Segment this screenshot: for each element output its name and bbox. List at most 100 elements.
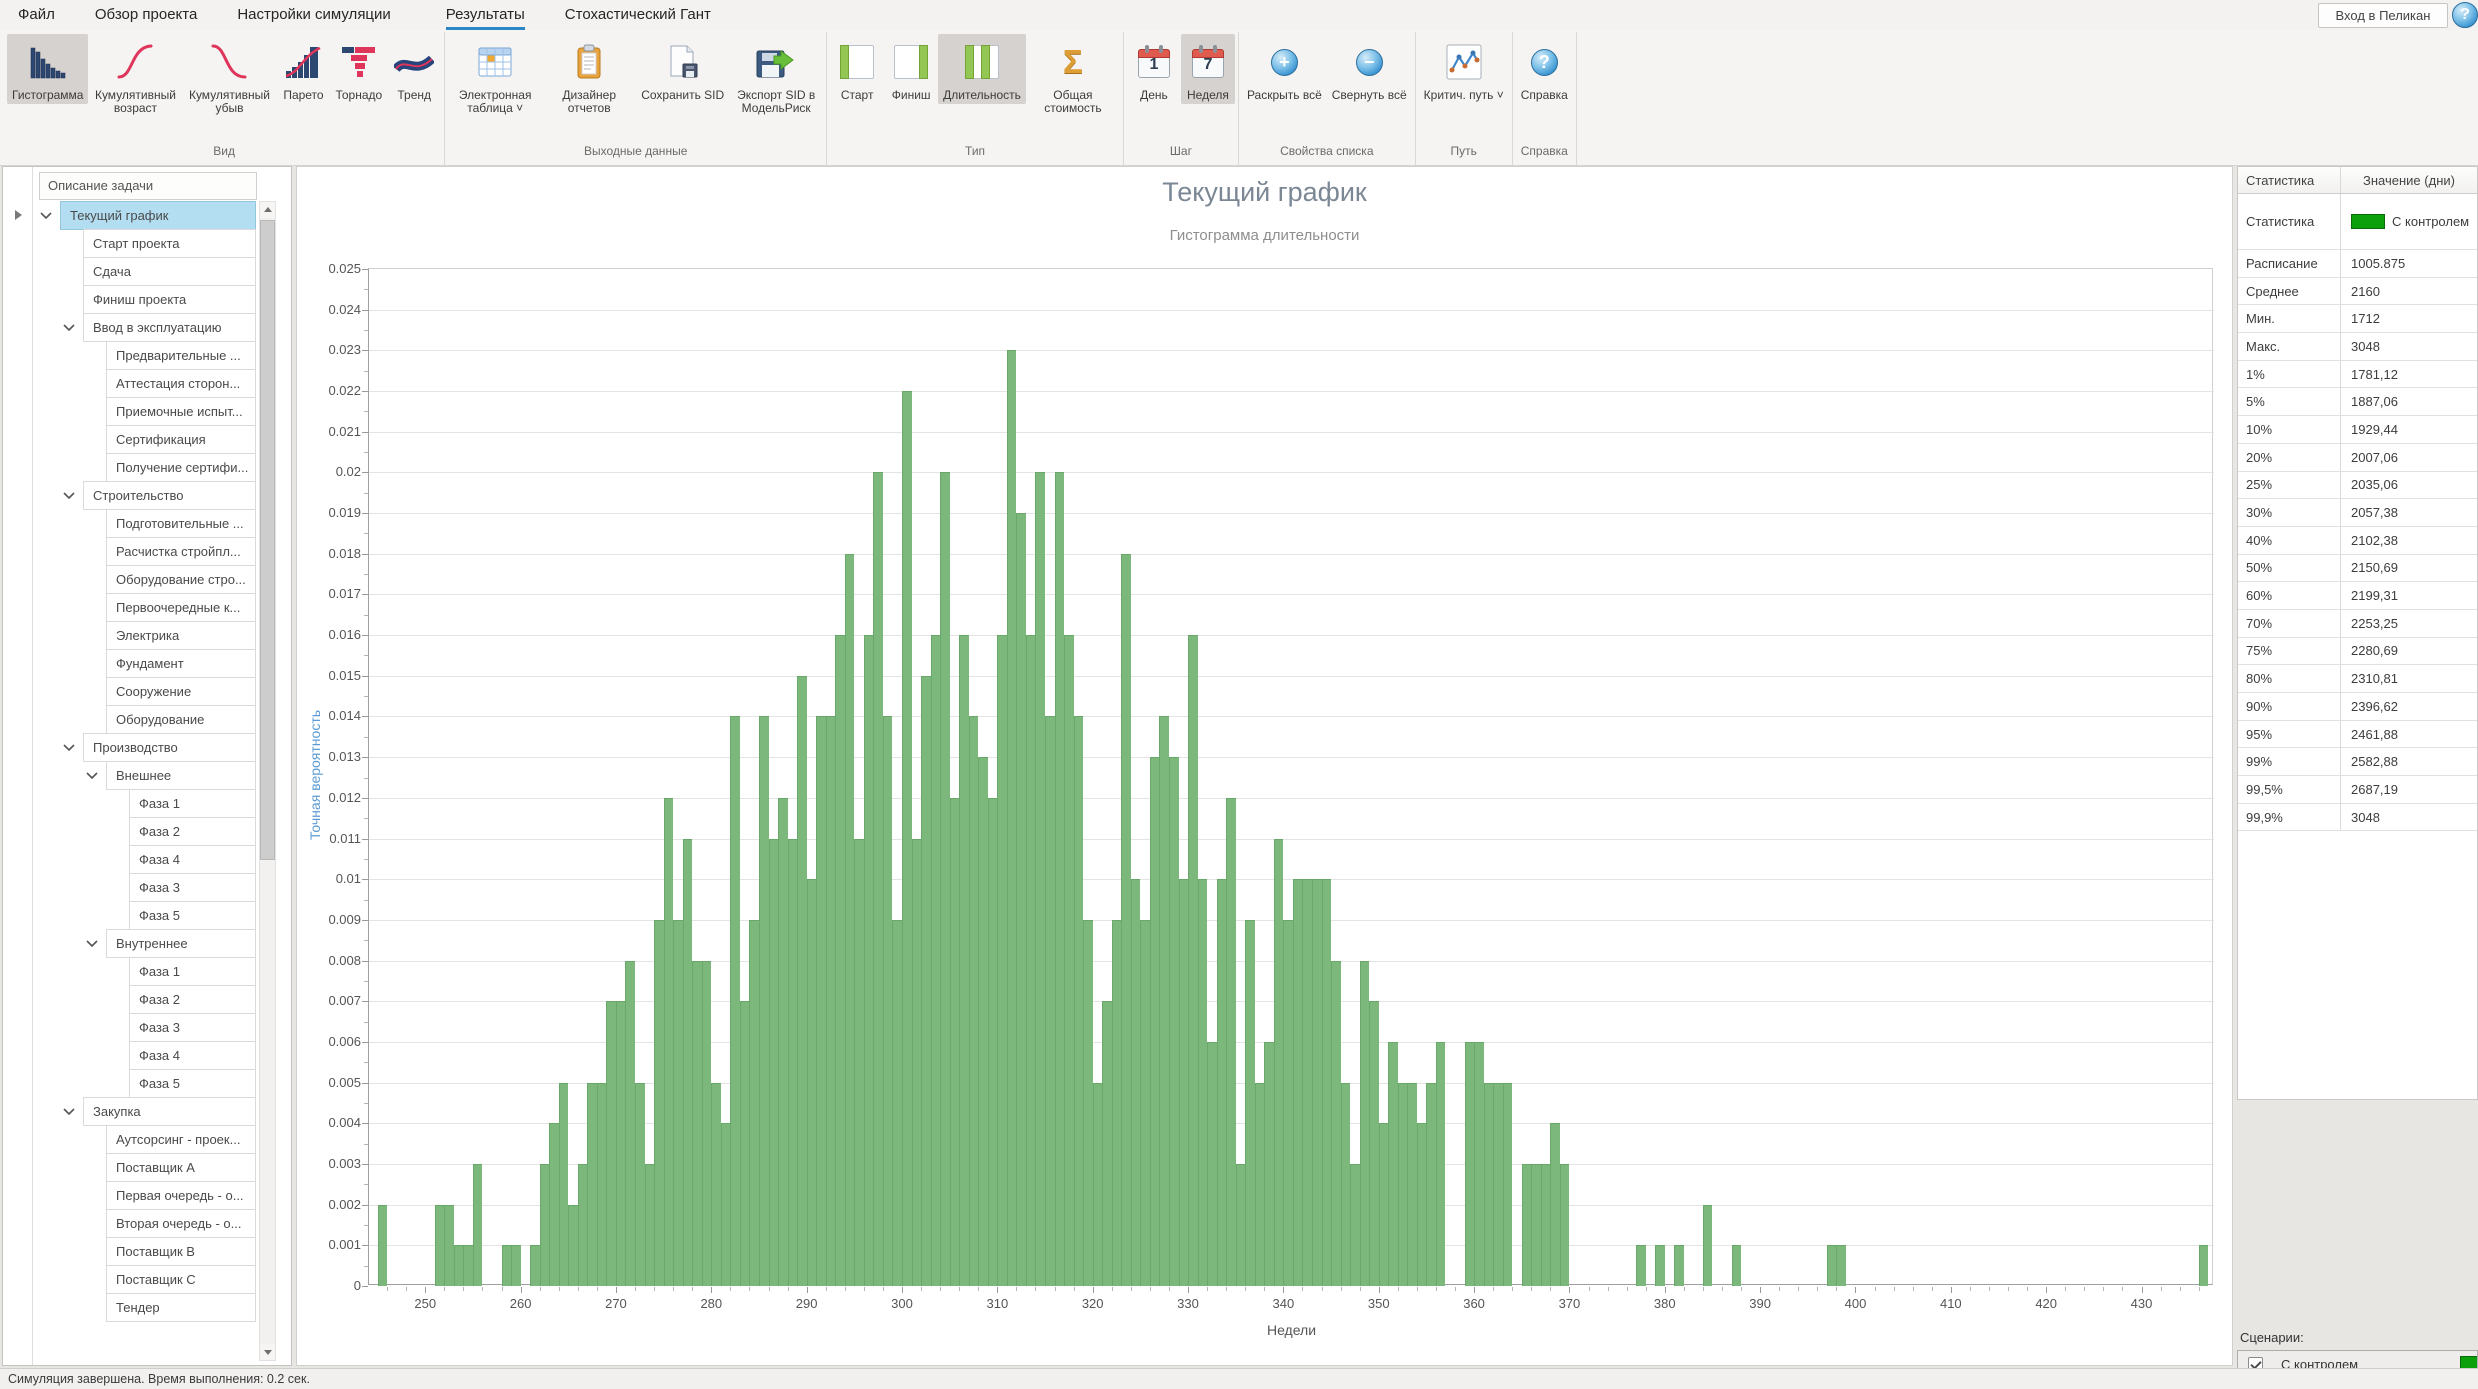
trend-button[interactable]: Тренд xyxy=(387,34,441,104)
tree-row[interactable]: Фаза 1 xyxy=(3,957,291,986)
x-tick-label: 430 xyxy=(2117,1296,2167,1311)
stats-row-value: 2150,69 xyxy=(2341,555,2477,582)
x-axis-tick xyxy=(1474,1287,1475,1293)
x-axis-minor-tick xyxy=(1989,1287,1990,1291)
tree-row[interactable]: Оборудование xyxy=(3,705,291,734)
chevron-down-icon[interactable] xyxy=(40,212,52,220)
tree-row[interactable]: Старт проекта xyxy=(3,229,291,258)
tree-row[interactable]: Внешнее xyxy=(3,761,291,790)
tree-row[interactable]: Фаза 3 xyxy=(3,1013,291,1042)
gridline xyxy=(369,472,2214,473)
spreadsheet-button[interactable]: Электронная таблица ˅ xyxy=(448,34,542,117)
histogram-bar xyxy=(625,961,635,1286)
tree-row[interactable]: Подготовительные ... xyxy=(3,509,291,538)
tree-row[interactable]: Поставщик С xyxy=(3,1265,291,1294)
stats-header-statistic[interactable]: Статистика xyxy=(2238,167,2341,193)
tree-row[interactable]: Фундамент xyxy=(3,649,291,678)
x-axis-minor-tick xyxy=(2065,1287,2066,1291)
collapse-all-button[interactable]: − Свернуть всё xyxy=(1327,34,1412,104)
tab-project-overview[interactable]: Обзор проекта xyxy=(95,0,197,30)
cumulative-descending-button[interactable]: Кумулятивный убыв xyxy=(182,34,276,117)
tree-row[interactable]: Первая очередь - о... xyxy=(3,1181,291,1210)
x-axis-minor-tick xyxy=(1264,1287,1265,1291)
report-designer-button[interactable]: Дизайнер отчетов xyxy=(542,34,636,117)
x-axis-minor-tick xyxy=(482,1287,483,1291)
scroll-down-icon[interactable] xyxy=(260,1344,275,1360)
button-label: Кумулятивный возраст xyxy=(93,89,177,115)
tree-row[interactable]: Текущий график xyxy=(3,201,291,230)
stats-row-value: 2160 xyxy=(2341,278,2477,305)
tree-row[interactable]: Предварительные ... xyxy=(3,341,291,370)
critical-path-button[interactable]: Критич. путь ˅ xyxy=(1419,34,1509,104)
tree-row[interactable]: Производство xyxy=(3,733,291,762)
help-button[interactable]: ? Справка xyxy=(1516,34,1573,104)
tree-item-label: Внутреннее xyxy=(116,936,188,951)
tree-row[interactable]: Фаза 4 xyxy=(3,1041,291,1070)
tree-row[interactable]: Аттестация сторон... xyxy=(3,369,291,398)
chevron-down-icon[interactable] xyxy=(63,1108,75,1116)
tree-row[interactable]: Сертификация xyxy=(3,425,291,454)
finish-button[interactable]: Финиш xyxy=(884,34,938,104)
week-button[interactable]: 7 Неделя xyxy=(1181,34,1235,104)
tree-row[interactable]: Строительство xyxy=(3,481,291,510)
chevron-down-icon[interactable] xyxy=(86,940,98,948)
histogram-bar xyxy=(1426,1083,1436,1286)
total-cost-button[interactable]: Σ Общая стоимость xyxy=(1026,34,1120,117)
tree-scrollbar[interactable] xyxy=(259,201,276,1361)
x-axis-minor-tick xyxy=(1722,1287,1723,1291)
scroll-up-icon[interactable] xyxy=(260,202,275,218)
tree-row[interactable]: Сдача xyxy=(3,257,291,286)
duration-button[interactable]: Длительность xyxy=(938,34,1026,104)
tree-row[interactable]: Финиш проекта xyxy=(3,285,291,314)
save-sid-button[interactable]: Сохранить SID xyxy=(636,34,729,104)
tree-row[interactable]: Вторая очередь - о... xyxy=(3,1209,291,1238)
stats-row: 99% 2582,88 xyxy=(2238,748,2477,776)
histogram-button[interactable]: Гистограмма xyxy=(7,34,88,104)
tree-row[interactable]: Получение сертифи... xyxy=(3,453,291,482)
chevron-down-icon[interactable] xyxy=(63,744,75,752)
x-axis-tick xyxy=(1951,1287,1952,1293)
tree-row[interactable]: Оборудование стро... xyxy=(3,565,291,594)
tree-row[interactable]: Электрика xyxy=(3,621,291,650)
tree-row[interactable]: Фаза 4 xyxy=(3,845,291,874)
tree-row[interactable]: Фаза 2 xyxy=(3,985,291,1014)
tree-row[interactable]: Аутсорсинг - проек... xyxy=(3,1125,291,1154)
stats-header-row[interactable]: Статистика Значение (дни) xyxy=(2238,167,2477,194)
tree-row[interactable]: Внутреннее xyxy=(3,929,291,958)
stats-header-value[interactable]: Значение (дни) xyxy=(2341,167,2477,193)
export-sid-button[interactable]: Экспорт SID в МодельРиск xyxy=(729,34,823,117)
scrollbar-thumb[interactable] xyxy=(260,220,275,860)
tornado-button[interactable]: Торнадо xyxy=(330,34,387,104)
chevron-down-icon[interactable] xyxy=(63,324,75,332)
tree-row[interactable]: Фаза 2 xyxy=(3,817,291,846)
tab-results[interactable]: Результаты xyxy=(446,0,525,30)
tree-row[interactable]: Ввод в эксплуатацию xyxy=(3,313,291,342)
tree-row[interactable]: Расчистка стройпл... xyxy=(3,537,291,566)
chevron-down-icon[interactable] xyxy=(63,492,75,500)
tree-row[interactable]: Сооружение xyxy=(3,677,291,706)
expand-all-button[interactable]: + Раскрыть всё xyxy=(1242,34,1327,104)
tab-file[interactable]: Файл xyxy=(18,0,55,30)
tree-row[interactable]: Первоочередные к... xyxy=(3,593,291,622)
cumulative-ascending-button[interactable]: Кумулятивный возраст xyxy=(88,34,182,117)
pelican-login-button[interactable]: Вход в Пеликан xyxy=(2318,3,2448,28)
tree-row[interactable]: Фаза 1 xyxy=(3,789,291,818)
tree-row[interactable]: Закупка xyxy=(3,1097,291,1126)
tree-column-header[interactable]: Описание задачи xyxy=(39,172,257,200)
day-button[interactable]: 1 День xyxy=(1127,34,1181,104)
tree-row[interactable]: Приемочные испыт... xyxy=(3,397,291,426)
start-button[interactable]: Старт xyxy=(830,34,884,104)
x-axis-minor-tick xyxy=(2161,1287,2162,1291)
tree-row[interactable]: Фаза 5 xyxy=(3,1069,291,1098)
tree-row[interactable]: Поставщик А xyxy=(3,1153,291,1182)
pareto-button[interactable]: Парето xyxy=(276,34,330,104)
tab-simulation-settings[interactable]: Настройки симуляции xyxy=(237,0,390,30)
tab-stochastic-gantt[interactable]: Стохастический Гант xyxy=(565,0,711,30)
tree-row[interactable]: Фаза 3 xyxy=(3,873,291,902)
chevron-down-icon[interactable] xyxy=(86,772,98,780)
x-tick-label: 280 xyxy=(686,1296,736,1311)
tree-row[interactable]: Фаза 5 xyxy=(3,901,291,930)
tree-row[interactable]: Тендер xyxy=(3,1293,291,1322)
tree-row[interactable]: Поставщик В xyxy=(3,1237,291,1266)
help-circle-icon[interactable]: ? xyxy=(2452,2,2478,28)
